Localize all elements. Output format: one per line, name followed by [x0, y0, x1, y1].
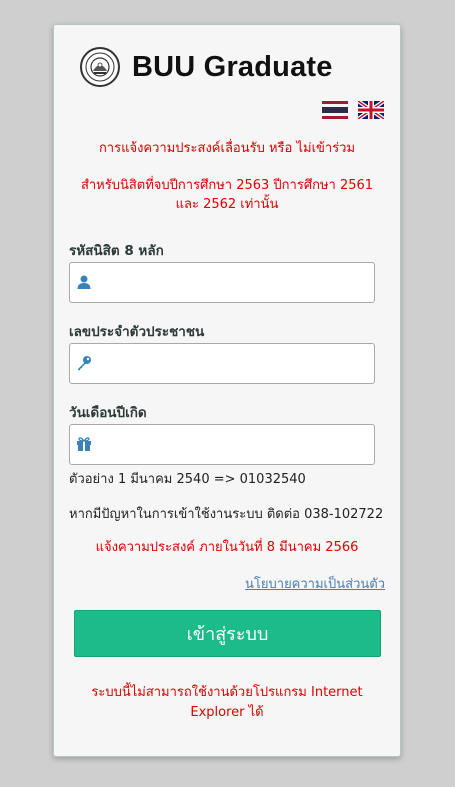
contact-info: หากมีปัญหาในการเข้าใช้งานระบบ ติดต่อ 038…: [69, 507, 384, 522]
notice-scope-line1: สำหรับนิสิตที่จบปีการศึกษา 2563 ปีการศึก…: [80, 178, 374, 193]
user-icon: [77, 275, 91, 289]
student-id-input[interactable]: [100, 263, 370, 304]
thai-flag-icon[interactable]: [322, 101, 348, 119]
gift-icon: [77, 437, 91, 451]
birthdate-example: ตัวอย่าง 1 มีนาคม 2540 => 01032540: [69, 472, 306, 487]
birthdate-field[interactable]: [69, 424, 375, 466]
birthdate-label: วันเดือนปีเกิด: [69, 405, 147, 421]
uk-flag-icon[interactable]: [358, 101, 384, 119]
notice-scope-line2: และ 2562 เท่านั้น: [175, 197, 279, 212]
brand-header: BUU Graduate: [80, 47, 333, 87]
privacy-policy-link[interactable]: นโยบายความเป็นส่วนตัว: [245, 573, 385, 594]
student-id-label: รหัสนิสิต 8 หลัก: [69, 243, 164, 259]
key-icon: [78, 356, 91, 371]
ie-warning-line2: Explorer ได้: [190, 705, 264, 720]
national-id-input[interactable]: [100, 344, 370, 385]
deadline-notice: แจ้งความประสงค์ ภายในวันที่ 8 มีนาคม 256…: [95, 540, 359, 555]
student-id-field[interactable]: [69, 262, 375, 304]
language-switcher: [322, 101, 384, 119]
birthdate-input[interactable]: [100, 425, 370, 466]
notice-title: การแจ้งความประสงค์เลื่อนรับ หรือ ไม่เข้า…: [98, 141, 356, 156]
university-seal-logo: [80, 47, 120, 87]
ie-warning-line1: ระบบนี้ไม่สามารถใช้งานด้วยโปรแกรม Intern…: [91, 685, 363, 700]
brand-title: BUU Graduate: [132, 50, 333, 83]
login-button[interactable]: เข้าสู่ระบบ: [74, 610, 381, 657]
national-id-label: เลขประจำตัวประชาชน: [69, 324, 205, 340]
national-id-field[interactable]: [69, 343, 375, 385]
login-card: BUU Graduate การแจ้งความประสงค์เลื่อนรับ…: [53, 24, 401, 757]
